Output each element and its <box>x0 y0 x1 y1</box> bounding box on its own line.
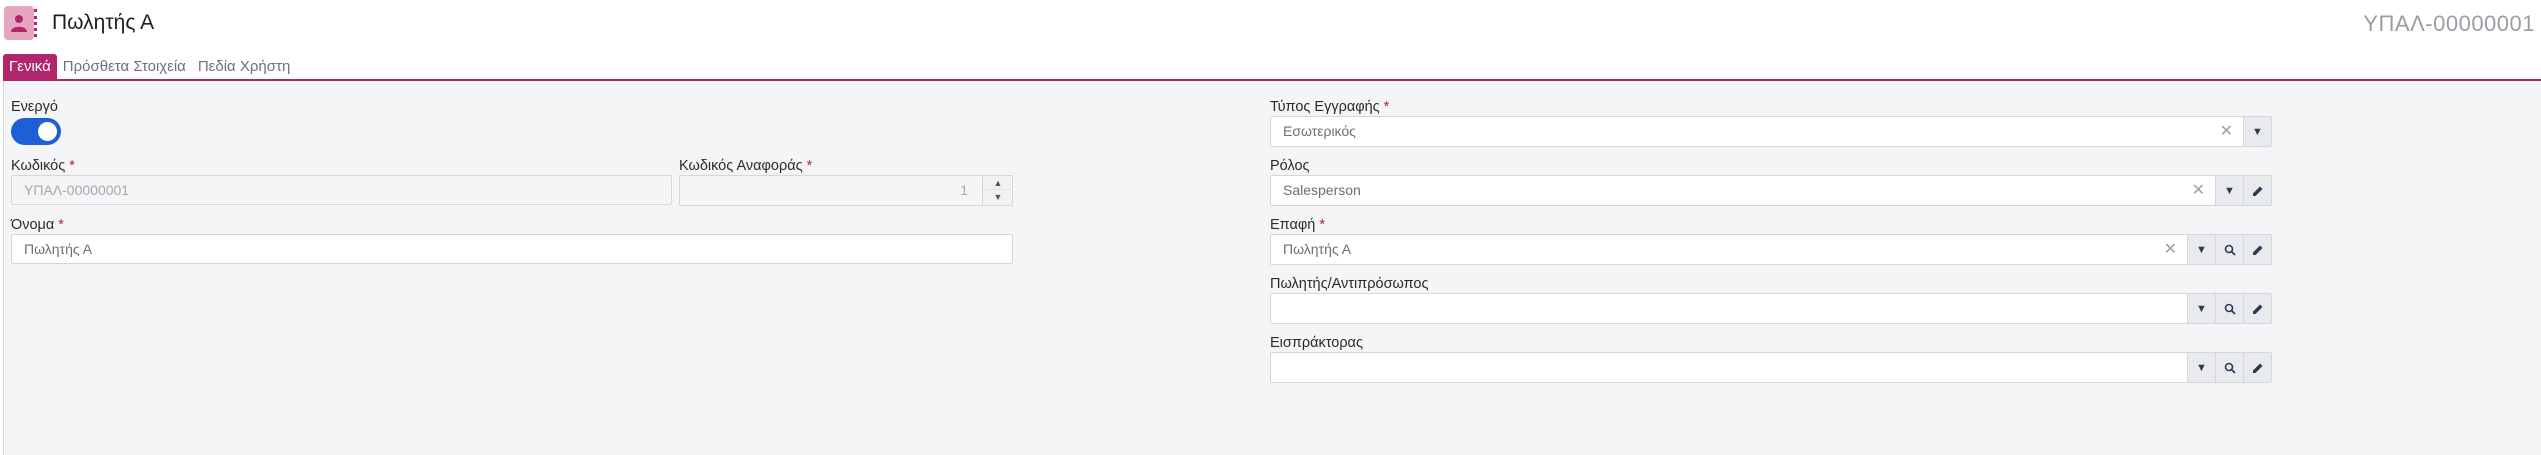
ref-code-label: Κωδικός Αναφοράς * <box>679 158 813 174</box>
ref-code-stepper[interactable]: 1 ▲ ▼ <box>679 175 1013 206</box>
collector-select[interactable]: ▼ <box>1270 352 2272 383</box>
name-label: Όνομα * <box>11 217 64 233</box>
edit-icon[interactable] <box>2243 294 2271 323</box>
code-label: Κωδικός * <box>11 158 75 174</box>
clear-icon[interactable]: ✕ <box>2220 117 2233 146</box>
edit-icon[interactable] <box>2243 353 2271 382</box>
collector-label: Εισπράκτορας <box>1270 335 1363 351</box>
user-card-icon <box>4 6 34 40</box>
salesperson-select[interactable]: ▼ <box>1270 293 2272 324</box>
name-field[interactable]: Πωλητής Α <box>11 234 1013 264</box>
drag-handle-icon <box>34 9 37 37</box>
ref-code-value: 1 <box>960 182 968 198</box>
record-type-select[interactable]: Εσωτερικός ✕ ▼ <box>1270 116 2272 147</box>
edit-icon[interactable] <box>2243 176 2271 205</box>
active-toggle[interactable] <box>11 118 61 145</box>
clear-icon[interactable]: ✕ <box>2192 176 2205 205</box>
contact-value: Πωλητής Α <box>1283 241 1352 257</box>
tab-user-fields[interactable]: Πεδία Χρήστη <box>192 54 296 80</box>
page-title: Πωλητής Α <box>52 11 155 34</box>
search-icon[interactable] <box>2215 353 2243 382</box>
header-bar: Πωλητής Α ΥΠΑΛ-00000001 <box>0 0 2541 52</box>
role-label: Ρόλος <box>1270 158 1310 174</box>
role-select[interactable]: Salesperson ✕ ▼ <box>1270 175 2272 206</box>
dropdown-icon[interactable]: ▼ <box>2215 176 2243 205</box>
record-type-label: Τύπος Εγγραφής * <box>1270 99 1390 115</box>
dropdown-icon[interactable]: ▼ <box>2187 235 2215 264</box>
code-field[interactable]: ΥΠΑΛ-00000001 <box>11 175 672 205</box>
contact-select[interactable]: Πωλητής Α ✕ ▼ <box>1270 234 2272 265</box>
tab-additional-info[interactable]: Πρόσθετα Στοιχεία <box>57 54 192 80</box>
salesperson-label: Πωλητής/Αντιπρόσωπος <box>1270 276 1429 292</box>
dropdown-icon[interactable]: ▼ <box>2187 294 2215 323</box>
stepper-buttons: ▲ ▼ <box>982 176 1013 205</box>
tab-general[interactable]: Γενικά <box>3 54 57 80</box>
active-label: Ενεργό <box>11 99 58 115</box>
decrement-icon[interactable]: ▼ <box>983 190 1013 204</box>
edit-icon[interactable] <box>2243 235 2271 264</box>
dropdown-icon[interactable]: ▼ <box>2187 353 2215 382</box>
clear-icon[interactable]: ✕ <box>2164 235 2177 264</box>
contact-label: Επαφή * <box>1270 217 1325 233</box>
record-type-value: Εσωτερικός <box>1283 123 1356 139</box>
search-icon[interactable] <box>2215 294 2243 323</box>
tab-bar: Γενικά Πρόσθετα Στοιχεία Πεδία Χρήστη <box>3 54 296 80</box>
increment-icon[interactable]: ▲ <box>983 176 1013 190</box>
toggle-knob <box>38 122 57 141</box>
document-code: ΥΠΑΛ-00000001 <box>2363 11 2535 36</box>
dropdown-icon[interactable]: ▼ <box>2243 117 2271 146</box>
search-icon[interactable] <box>2215 235 2243 264</box>
role-value: Salesperson <box>1283 182 1361 198</box>
